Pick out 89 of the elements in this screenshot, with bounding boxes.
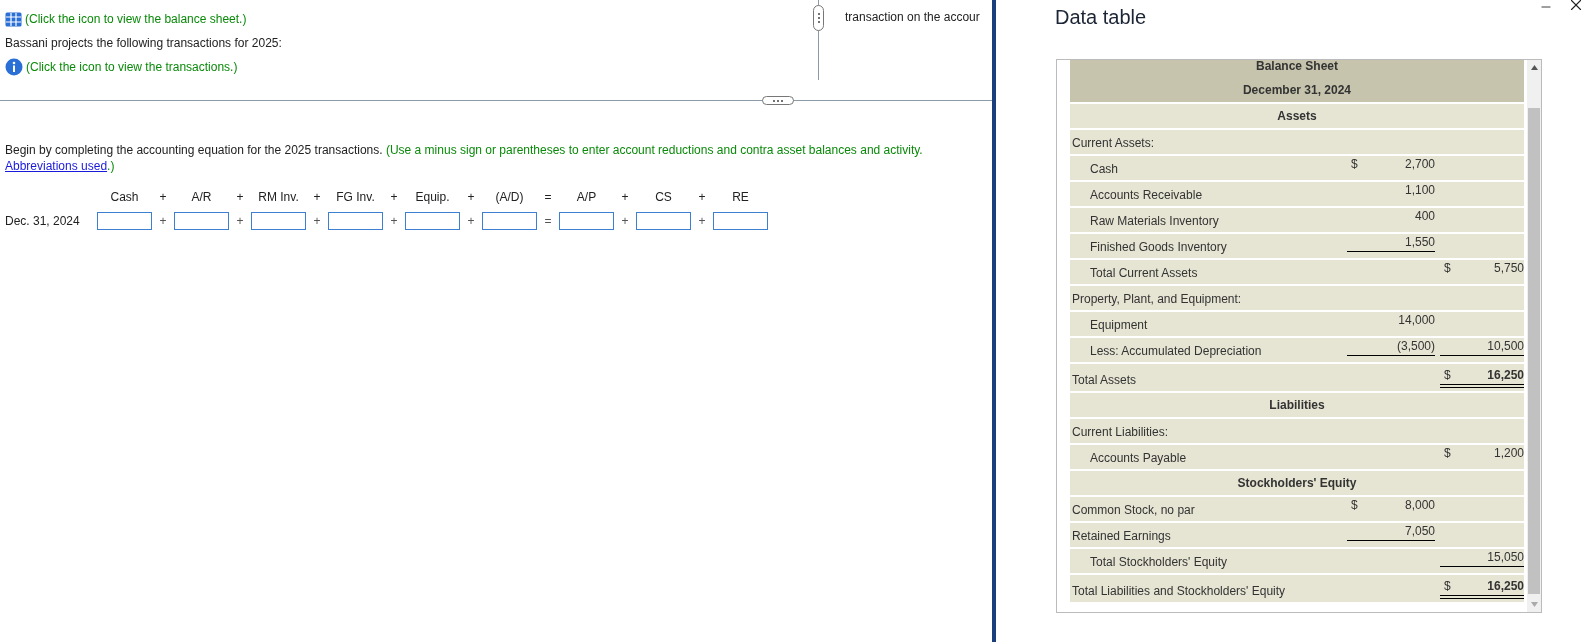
- operator-sign: +: [158, 189, 168, 206]
- operator-sign: +: [312, 189, 322, 206]
- column-header: RE: [731, 189, 750, 206]
- row-label: Total Current Assets: [1090, 266, 1198, 281]
- amount: 1,100: [1404, 183, 1435, 198]
- operator-sign: +: [235, 189, 245, 206]
- operator-sign: +: [466, 213, 476, 230]
- instruction-text: Begin by completing the accounting equation for the 2025 transactions. (Use a minus sign or parentheses to enter account reductions and contra asset balances and activity. Abbreviations used.): [5, 142, 924, 174]
- operator-sign: =: [543, 213, 553, 230]
- amount: 8,000: [1404, 498, 1435, 513]
- table-icon[interactable]: [5, 11, 22, 27]
- operator-sign: +: [158, 213, 168, 230]
- row-label: Cash: [1090, 162, 1118, 177]
- currency-sign: $: [1444, 368, 1451, 383]
- row-label: Current Liabilities:: [1072, 425, 1169, 440]
- amount: 7,050: [1404, 524, 1435, 539]
- amount-input[interactable]: [713, 212, 768, 230]
- row-label: Accounts Payable: [1090, 451, 1187, 466]
- amount-input[interactable]: [251, 212, 306, 230]
- amount: 16,250: [1487, 579, 1524, 594]
- column-header: RM Inv.: [257, 189, 300, 206]
- row-label: Total Assets: [1072, 373, 1137, 388]
- column-header: A/R: [190, 189, 213, 206]
- amount: 15,050: [1487, 550, 1524, 565]
- row-label: Finished Goods Inventory: [1090, 240, 1227, 255]
- operator-sign: +: [235, 213, 245, 230]
- projection-text: Bassani projects the following transactions for 2025:: [5, 35, 283, 52]
- amount: 400: [1414, 209, 1435, 224]
- column-header: A/P: [575, 189, 598, 206]
- table-title: Balance Sheet: [1255, 60, 1338, 75]
- amount-input[interactable]: [97, 212, 152, 230]
- amount: (3,500): [1396, 339, 1435, 354]
- currency-sign: $: [1444, 261, 1451, 276]
- amount: 1,550: [1404, 235, 1435, 250]
- row-label: Property, Plant, and Equipment:: [1072, 292, 1242, 307]
- section-heading: Liabilities: [1269, 397, 1325, 414]
- amount-input[interactable]: [559, 212, 614, 230]
- amount: 5,750: [1493, 261, 1524, 276]
- column-header: FG Inv.: [335, 189, 376, 206]
- balance-sheet-link[interactable]: (Click the icon to view the balance sheet.): [25, 10, 247, 28]
- amount-input[interactable]: [636, 212, 691, 230]
- operator-sign: +: [312, 213, 322, 230]
- row-label: Common Stock, no par: [1072, 503, 1195, 518]
- column-header: Equip.: [414, 189, 451, 206]
- row-label: Dec. 31, 2024: [5, 213, 81, 230]
- side-text: transaction on the accour: [845, 10, 980, 24]
- column-header: Cash: [109, 189, 140, 206]
- currency-sign: $: [1444, 446, 1451, 461]
- splitter-handle[interactable]: [762, 96, 794, 105]
- transactions-link[interactable]: (Click the icon to view the transactions.): [26, 58, 238, 76]
- table-title: December 31, 2024: [1242, 82, 1352, 99]
- scrollbar[interactable]: [1527, 60, 1541, 612]
- amount: 2,700: [1404, 157, 1435, 172]
- section-heading: Stockholders' Equity: [1237, 475, 1357, 492]
- section-heading: Assets: [1277, 108, 1317, 125]
- column-header: CS: [654, 189, 673, 206]
- info-icon[interactable]: [5, 58, 23, 76]
- operator-sign: +: [697, 213, 707, 230]
- dialog-title: Data table: [1054, 5, 1147, 30]
- amount-input[interactable]: [482, 212, 537, 230]
- splitter-handle[interactable]: [813, 5, 824, 31]
- amount-input[interactable]: [328, 212, 383, 230]
- currency-sign: $: [1351, 157, 1358, 172]
- row-label: Current Assets:: [1072, 136, 1155, 151]
- operator-sign: +: [389, 213, 399, 230]
- currency-sign: $: [1351, 498, 1358, 513]
- column-header: (A/D): [494, 189, 525, 206]
- operator-sign: +: [620, 189, 630, 206]
- operator-sign: +: [466, 189, 476, 206]
- operator-sign: +: [389, 189, 399, 206]
- row-label: Total Liabilities and Stockholders' Equity: [1072, 584, 1286, 599]
- row-label: Less: Accumulated Depreciation: [1090, 344, 1262, 359]
- row-label: Total Stockholders' Equity: [1090, 555, 1228, 570]
- amount-input[interactable]: [405, 212, 460, 230]
- amount-input[interactable]: [174, 212, 229, 230]
- amount: 14,000: [1398, 313, 1435, 328]
- currency-sign: $: [1444, 579, 1451, 594]
- row-label: Accounts Receivable: [1090, 188, 1203, 203]
- abbreviations-link[interactable]: Abbreviations used: [5, 159, 108, 173]
- amount: 10,500: [1487, 339, 1524, 354]
- scroll-up-icon[interactable]: [1530, 65, 1538, 70]
- amount: 16,250: [1487, 368, 1524, 383]
- amount: 1,200: [1493, 446, 1524, 461]
- row-label: Retained Earnings: [1072, 529, 1171, 544]
- operator-sign: +: [697, 189, 707, 206]
- row-label: Equipment: [1090, 318, 1148, 333]
- operator-sign: +: [620, 213, 630, 230]
- row-label: Raw Materials Inventory: [1090, 214, 1219, 229]
- operator-sign: =: [543, 189, 553, 206]
